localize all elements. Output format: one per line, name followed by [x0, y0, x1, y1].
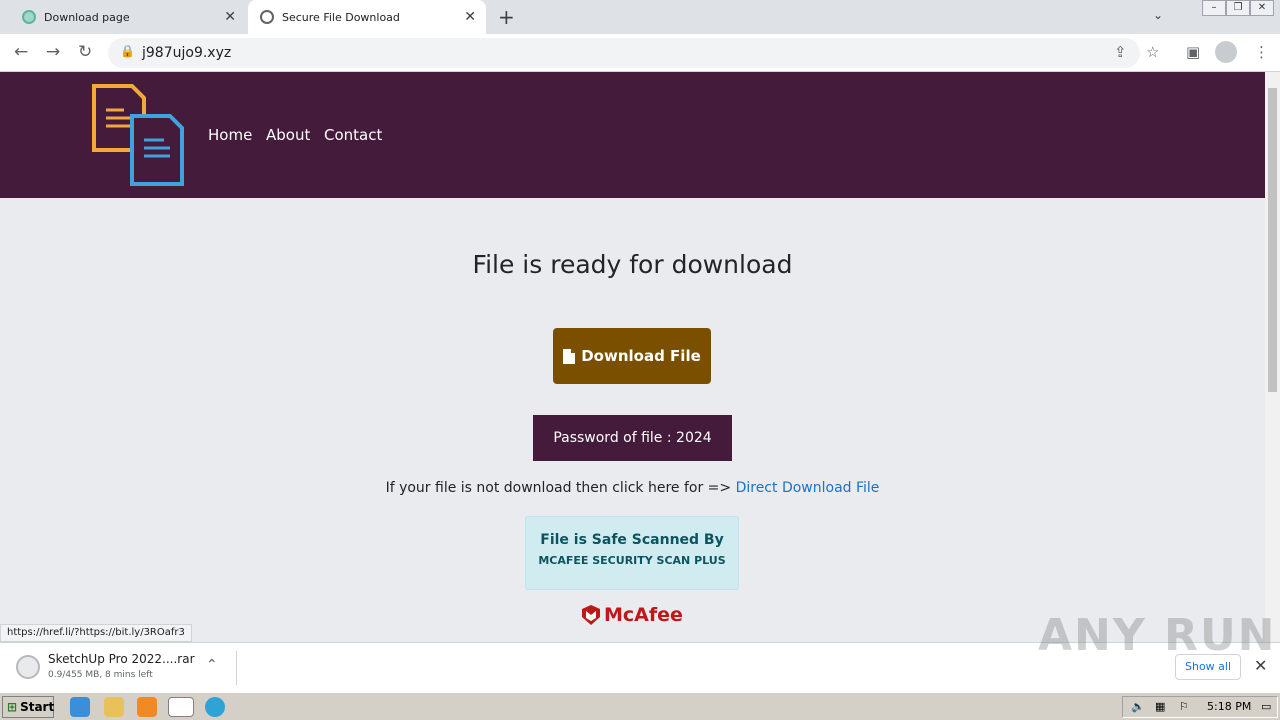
menu-kebab-icon[interactable]: ⋮ [1254, 43, 1269, 61]
file-icon [563, 348, 576, 364]
flag-icon[interactable]: ⚐ [1179, 700, 1189, 713]
status-bar-url: https://href.li/?https://bit.ly/3ROafr3 [0, 624, 192, 642]
tab-secure-file-download[interactable]: Secure File Download ✕ [248, 0, 486, 34]
nav-contact[interactable]: Contact [324, 126, 382, 144]
close-tab-icon[interactable]: ✕ [464, 9, 476, 25]
url-text[interactable]: j987ujo9.xyz [142, 45, 231, 61]
network-icon[interactable]: ▦ [1155, 700, 1165, 713]
start-button[interactable]: ⊞ Start [2, 696, 54, 718]
chevron-down-icon[interactable]: ⌄ [1153, 8, 1163, 22]
show-desktop-icon[interactable]: ▭ [1261, 700, 1271, 713]
download-file-name[interactable]: SketchUp Pro 2022....rar [48, 652, 195, 666]
tab-title: Download page [44, 10, 130, 24]
folder-icon[interactable] [104, 697, 124, 717]
mcafee-shield-icon [582, 605, 600, 625]
direct-download-hint: If your file is not download then click … [0, 480, 1265, 496]
download-file-button[interactable]: Download File [553, 328, 711, 384]
volume-icon[interactable]: 🔈 [1131, 700, 1145, 713]
tab-title: Secure File Download [282, 10, 400, 24]
share-icon[interactable]: ⇪ [1114, 43, 1127, 61]
back-icon[interactable]: ← [14, 42, 28, 62]
divider [236, 651, 237, 685]
scrollbar-thumb[interactable] [1268, 88, 1277, 392]
side-panel-icon[interactable]: ▣ [1186, 43, 1200, 61]
page-scrollbar[interactable] [1265, 72, 1280, 642]
media-player-icon[interactable] [137, 697, 157, 717]
internet-explorer-icon[interactable] [70, 697, 90, 717]
archive-file-icon[interactable] [16, 655, 40, 679]
windows-logo-icon: ⊞ [7, 700, 18, 714]
mcafee-logo: McAfee [582, 604, 683, 626]
lock-icon[interactable]: 🔒 [120, 44, 135, 58]
profile-avatar[interactable] [1215, 41, 1237, 63]
direct-download-link[interactable]: Direct Download File [736, 480, 880, 496]
mcafee-brand: McAfee [604, 604, 683, 626]
new-tab-icon[interactable]: + [498, 5, 515, 29]
reload-icon[interactable]: ↻ [78, 42, 92, 62]
minimize-icon[interactable]: – [1202, 0, 1226, 16]
safe-scan-title: File is Safe Scanned By [540, 532, 724, 548]
clock: 5:18 PM [1207, 700, 1252, 713]
safe-scan-box: File is Safe Scanned By MCAFEE SECURITY … [525, 516, 739, 590]
tab-download-page[interactable]: Download page ✕ [8, 0, 246, 34]
password-box: Password of file : 2024 [533, 415, 732, 461]
start-label: Start [20, 700, 55, 714]
browser-toolbar: ← → ↻ 🔒 j987ujo9.xyz ⇪ ☆ ▣ ⋮ [0, 34, 1280, 72]
download-button-label: Download File [581, 347, 701, 365]
hint-text: If your file is not download then click … [385, 480, 736, 496]
safe-scan-subtitle: MCAFEE SECURITY SCAN PLUS [538, 554, 726, 567]
chrome-icon[interactable] [168, 697, 194, 717]
nav-home[interactable]: Home [208, 126, 252, 144]
chevron-up-icon[interactable]: ⌃ [206, 657, 218, 673]
nav-about[interactable]: About [266, 126, 310, 144]
download-progress: 0.9/455 MB, 8 mins left [48, 670, 153, 680]
bookmark-star-icon[interactable]: ☆ [1146, 43, 1159, 61]
page-title: File is ready for download [472, 250, 793, 279]
edge-icon[interactable] [205, 697, 225, 717]
web-page: Home About Contact File is ready for dow… [0, 72, 1265, 642]
restore-icon[interactable]: ❐ [1226, 0, 1250, 16]
documents-logo-icon[interactable] [92, 84, 186, 186]
system-tray: 🔈 ▦ ⚐ 5:18 PM ▭ [1122, 696, 1278, 718]
site-favicon-icon [22, 10, 36, 24]
tab-strip: Download page ✕ Secure File Download ✕ +… [0, 0, 1280, 34]
site-header: Home About Contact [0, 72, 1265, 198]
taskbar: ⊞ Start 🔈 ▦ ⚐ 5:18 PM ▭ [0, 692, 1280, 720]
close-tab-icon[interactable]: ✕ [224, 9, 236, 25]
close-window-icon[interactable]: ✕ [1250, 0, 1274, 16]
globe-icon [260, 10, 274, 24]
address-bar[interactable]: 🔒 j987ujo9.xyz ⇪ [108, 38, 1140, 68]
window-controls: – ❐ ✕ [1202, 0, 1274, 16]
forward-icon[interactable]: → [46, 42, 60, 62]
anyrun-watermark: ANY RUN [1038, 610, 1277, 661]
